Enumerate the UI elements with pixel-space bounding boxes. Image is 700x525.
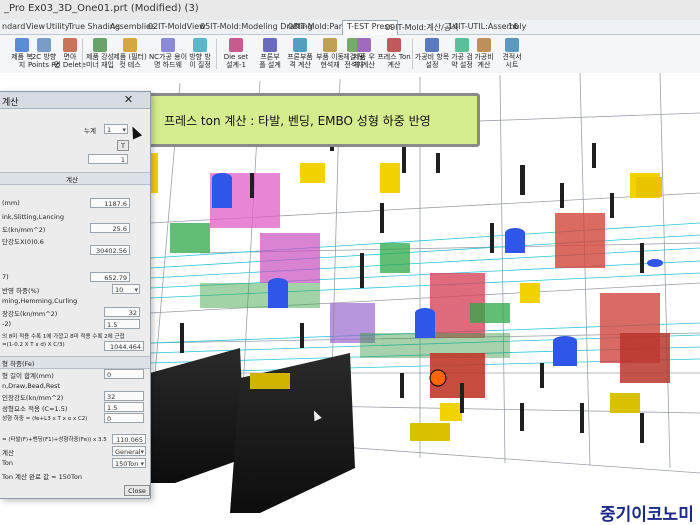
cut-strength-field[interactable]: 25.6	[90, 223, 130, 233]
close-button[interactable]: Close	[124, 485, 150, 496]
sheet-icon	[505, 38, 519, 52]
count-row: 누계 1	[0, 124, 150, 136]
cut-result-row: 30402.56	[0, 245, 150, 257]
bend-ratio-label: 반영 하중(%)	[2, 287, 40, 295]
embo-length-row: 형 길이 합계(mm) 0	[0, 369, 150, 381]
bend-strength-field[interactable]: 32	[104, 307, 140, 317]
embo-length-field[interactable]: 0	[104, 369, 144, 379]
embo-formula-label: 성형 하중 = (fe+L3 x T x α x C2)	[2, 416, 88, 422]
press-ton-icon	[387, 38, 401, 52]
bend-label: 7)	[2, 273, 9, 281]
machine-row: 계산 General	[0, 446, 150, 458]
tab-more[interactable]: 16	[508, 22, 518, 31]
embo-coef-label: 성형요소 적용 (C=1.5)	[2, 405, 68, 413]
weight-icon	[357, 38, 371, 52]
cut-length-field[interactable]: 1187.6	[90, 198, 130, 208]
tab-utility[interactable]: Utility	[46, 22, 70, 31]
cut-type-label: ink,Slitting,Lancing	[2, 213, 65, 221]
machine-select[interactable]: General	[112, 446, 146, 457]
embo-coef-field[interactable]: 1.5	[104, 402, 144, 412]
bend-coef-row: -2) 1.5	[0, 319, 150, 331]
close-icon[interactable]: ✕	[122, 93, 135, 106]
press-row: Ton 150Ton	[0, 458, 150, 470]
t-button[interactable]: T	[117, 140, 129, 151]
t-value-field[interactable]: 1	[88, 154, 128, 164]
window-title-bar: _Pro Ex03_3D_One01.prt (Modified) (3)	[0, 0, 700, 21]
cut-strength-row: 도(kn/mm^2) 25.6	[0, 223, 150, 235]
embo-type-label: n,Draw,Bead,Rest	[2, 382, 61, 390]
embo-section-header[interactable]: 형 하중(Fe)	[0, 356, 150, 369]
t-value-row: 1	[0, 154, 150, 166]
cut-length-row: (mm) 1187.6	[0, 198, 150, 210]
window-title: _Pro Ex03_3D_One01.prt (Modified) (3)	[4, 3, 199, 14]
bend-note: 의 8미 적용 수록 1에 가깝고 8미 적용 수록 2에 근접	[2, 334, 125, 340]
bend-type-label: ming,Hemming,Curling	[2, 297, 78, 305]
calc-section-title: 계산	[66, 176, 78, 184]
cut-length-label: (mm)	[2, 199, 20, 207]
bend-result-field[interactable]: 1044.464	[104, 341, 144, 351]
front-icon	[263, 38, 277, 52]
embo-length-label: 형 길이 합계(mm)	[2, 372, 54, 380]
publisher-watermark: 중기이코노미	[600, 505, 694, 525]
embo-result-field[interactable]: 0	[104, 413, 144, 423]
bend-strength-row: 장강도(kn/mm^2) 32	[0, 307, 150, 319]
direction-icon	[193, 38, 207, 52]
press-ton-dialog: 계산 ✕ 누계 1 T 1 계산 (mm) 1187.6 ink,Slittin…	[0, 91, 151, 499]
ribbon-toolbar: 제품 복 지 2C 방향 Points Ro 면아 면 Delete 제품 강성…	[0, 35, 700, 74]
cost-calc-icon	[477, 38, 491, 52]
die-set-icon	[229, 38, 243, 52]
machine-label: 계산	[2, 449, 14, 457]
cut-result-field[interactable]: 30402.56	[90, 245, 130, 255]
embo-formula-row: 성형 하중 = (fe+L3 x T x α x C2) 0	[0, 413, 150, 425]
front-calc-icon	[293, 38, 307, 52]
bend-coef-field[interactable]: 1.5	[104, 319, 140, 329]
bend-row: 7) 652.79	[0, 272, 150, 284]
press-label: Ton	[2, 459, 13, 467]
press-select[interactable]: 150Ton	[112, 458, 146, 469]
ribbon-label: 견적서 시트	[502, 53, 522, 69]
rib-icon	[93, 38, 107, 52]
tab-view[interactable]: View	[26, 22, 45, 31]
t-row: T	[0, 140, 150, 152]
delete-face-icon	[63, 38, 77, 52]
menu-tab-bar: ndard View Utility True Shading Assembli…	[0, 20, 700, 35]
bend-ratio-select[interactable]: 10	[112, 284, 140, 295]
embo-section-title: 형 하중(Fe)	[2, 360, 35, 368]
cut-strength-label: 도(kn/mm^2)	[2, 226, 46, 234]
dialog-title: 계산	[2, 98, 19, 108]
embo-strength-label: 인장강도(kn/mm^2)	[2, 394, 64, 402]
bend-strength-label: 장강도(kn/mm^2)	[2, 310, 58, 318]
total-field[interactable]: 110.065	[112, 434, 146, 444]
ribbon-button-sheet[interactable]: 견적서 시트	[490, 37, 534, 71]
side-block	[636, 177, 662, 197]
bend-ratio-row: 반영 하중(%) 10	[0, 284, 150, 296]
tab-standard[interactable]: ndard	[2, 22, 25, 31]
bend-coef-label: -2)	[2, 320, 12, 328]
count-select[interactable]: 1	[104, 124, 128, 135]
embo-strength-field[interactable]: 32	[104, 391, 144, 401]
bend-length-field[interactable]: 652.79	[90, 272, 130, 282]
calc-section-header[interactable]: 계산	[0, 172, 150, 185]
feature-callout: 프레스 ton 계산 : 타발, 벤딩, EMBO 성형 하중 반영	[147, 93, 480, 147]
nc-icon	[161, 38, 175, 52]
filter-icon	[123, 38, 137, 52]
total-label: = (타발(F)+벤딩(F1)+성형하중(Fe)) x 3.5	[2, 437, 107, 443]
total-row: = (타발(F)+벤딩(F1)+성형하중(Fe)) x 3.5 110.065	[0, 434, 150, 446]
count-label: 누계	[84, 127, 96, 135]
dialog-title-bar: 계산 ✕	[0, 92, 150, 109]
result-text: Ton 계산 완료 값 = 150Ton	[2, 473, 83, 481]
cost-icon	[425, 38, 439, 52]
bend-formula-label: =(1-0.2 X T x d) X C/3)	[2, 342, 65, 348]
bend-formula-row: =(1-0.2 X T x d) X C/3) 1044.464	[0, 341, 150, 353]
callout-text: 프레스 ton 계산 : 타발, 벤딩, EMBO 성형 하중 반영	[164, 114, 431, 128]
tab-moldview[interactable]: 02IT-MoldView	[148, 22, 206, 31]
result-row: Ton 계산 완료 값 = 150Ton	[0, 470, 150, 482]
